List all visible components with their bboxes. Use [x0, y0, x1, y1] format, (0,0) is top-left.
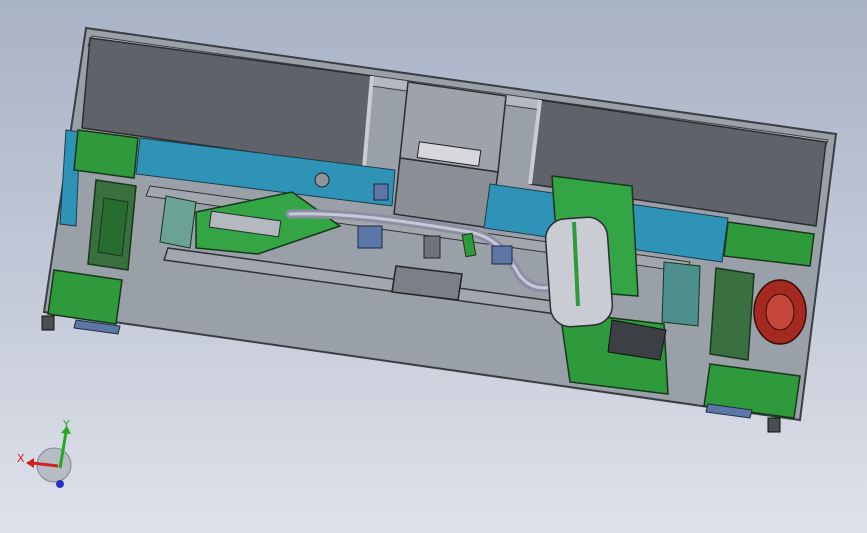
y-axis-label: Y — [63, 418, 70, 431]
x-axis-label: X — [17, 452, 25, 465]
cad-viewport[interactable]: X Y — [0, 0, 867, 533]
cad-model-drawing — [26, 26, 838, 488]
z-axis-marker — [56, 480, 64, 488]
axis-triad — [26, 426, 72, 488]
motor — [753, 279, 807, 345]
